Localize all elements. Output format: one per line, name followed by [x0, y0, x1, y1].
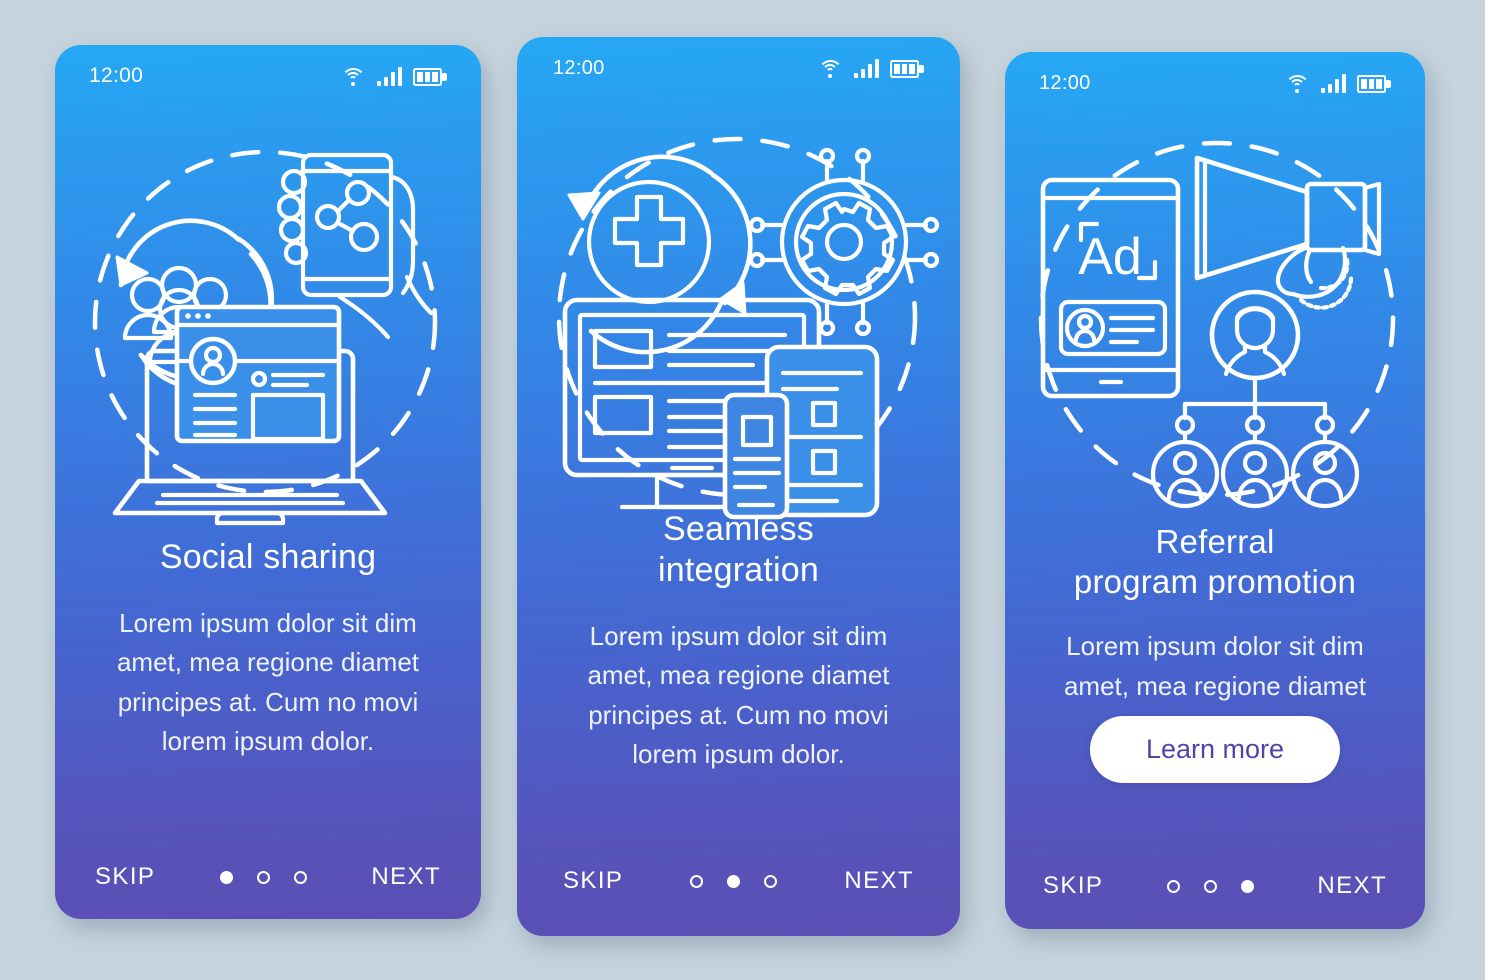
pagination-dots: [219, 870, 307, 884]
page-description: Lorem ipsum dolor sit dim amet, mea regi…: [517, 617, 960, 775]
pagination-dot-1[interactable]: [690, 874, 704, 888]
battery-icon: [890, 59, 924, 78]
onboarding-screen-seamless-integration: 12:00 Seamless integration Lorem ipsum d…: [517, 37, 960, 936]
title-line: Seamless: [663, 510, 814, 548]
body-line: Lorem ipsum dolor sit dim: [1066, 631, 1364, 662]
title-line: program promotion: [1073, 562, 1357, 600]
body-line: principes at. Cum no movi: [588, 699, 889, 730]
pagination-dot-3[interactable]: [293, 870, 307, 884]
next-button[interactable]: NEXT: [1317, 872, 1387, 900]
pagination-dots: [690, 874, 778, 888]
body-line: amet, mea regione diamet: [1063, 670, 1367, 701]
onboarding-screen-social-sharing: 12:00 Social sharing Lorem ipsum dolor s…: [55, 45, 481, 919]
learn-more-button[interactable]: Learn more: [1089, 716, 1341, 783]
body-line: amet, mea regione diamet: [587, 660, 890, 691]
title-line: integration: [658, 550, 819, 589]
page-title: Social sharing: [55, 537, 481, 578]
onboarding-screens-stage: 12:00 Social sharing Lorem ipsum dolor s…: [0, 0, 1485, 980]
status-bar: 12:00: [55, 45, 481, 107]
referral-program-illustration: Ad: [1005, 122, 1425, 527]
page-title: Seamless integration: [517, 509, 960, 591]
text-block: Referral program promotion Lorem ipsum d…: [1005, 522, 1425, 706]
status-bar-clock: 12:00: [553, 56, 605, 79]
title-line: Referral: [1155, 523, 1275, 560]
pagination-dot-3[interactable]: [764, 874, 778, 888]
body-line: Lorem ipsum dolor sit dim: [589, 620, 888, 651]
next-button[interactable]: NEXT: [371, 863, 441, 891]
onboarding-footer: SKIP NEXT: [55, 863, 481, 891]
battery-icon: [1357, 74, 1391, 93]
status-bar-clock: 12:00: [89, 64, 144, 87]
status-bar-clock: 12:00: [1039, 71, 1091, 94]
pagination-dot-2[interactable]: [1203, 879, 1217, 893]
pagination-dot-1[interactable]: [219, 870, 233, 884]
status-bar-icons: [340, 66, 447, 86]
status-bar: 12:00: [1005, 52, 1425, 114]
next-button[interactable]: NEXT: [844, 867, 914, 895]
body-line: Lorem ipsum dolor sit dim: [119, 607, 417, 638]
onboarding-screen-referral-program: 12:00 Ad Referral program promotion Lore…: [1005, 52, 1425, 929]
ad-label: Ad: [1078, 228, 1142, 286]
wifi-icon: [1284, 74, 1310, 93]
pagination-dot-3[interactable]: [1240, 879, 1254, 893]
signal-bars-icon: [1320, 73, 1346, 93]
title-line: Social sharing: [159, 538, 377, 576]
onboarding-footer: SKIP NEXT: [1005, 872, 1425, 900]
seamless-integration-illustration: [517, 107, 960, 537]
skip-button[interactable]: SKIP: [1043, 872, 1103, 900]
skip-button[interactable]: SKIP: [95, 863, 155, 891]
body-line: amet, mea regione diamet: [116, 647, 420, 678]
text-block: Seamless integration Lorem ipsum dolor s…: [517, 509, 960, 775]
page-description: Lorem ipsum dolor sit dim amet, mea regi…: [55, 604, 481, 762]
page-description: Lorem ipsum dolor sit dim amet, mea regi…: [1005, 627, 1425, 706]
social-sharing-illustration: [55, 117, 481, 542]
signal-bars-icon: [376, 66, 402, 86]
onboarding-footer: SKIP NEXT: [517, 867, 960, 895]
wifi-icon: [340, 67, 366, 86]
text-block: Social sharing Lorem ipsum dolor sit dim…: [55, 537, 481, 762]
pagination-dot-1[interactable]: [1166, 879, 1180, 893]
pagination-dot-2[interactable]: [256, 870, 270, 884]
pagination-dots: [1166, 879, 1254, 893]
status-bar-icons: [1284, 73, 1391, 93]
body-line: lorem ipsum dolor.: [632, 739, 845, 770]
battery-icon: [413, 67, 447, 86]
body-line: lorem ipsum dolor.: [161, 726, 375, 757]
status-bar: 12:00: [517, 37, 960, 99]
pagination-dot-2[interactable]: [727, 874, 741, 888]
body-line: principes at. Cum no movi: [117, 686, 419, 717]
status-bar-icons: [817, 58, 924, 78]
skip-button[interactable]: SKIP: [563, 867, 623, 895]
wifi-icon: [817, 59, 843, 78]
page-title: Referral program promotion: [1005, 522, 1425, 601]
signal-bars-icon: [853, 58, 879, 78]
